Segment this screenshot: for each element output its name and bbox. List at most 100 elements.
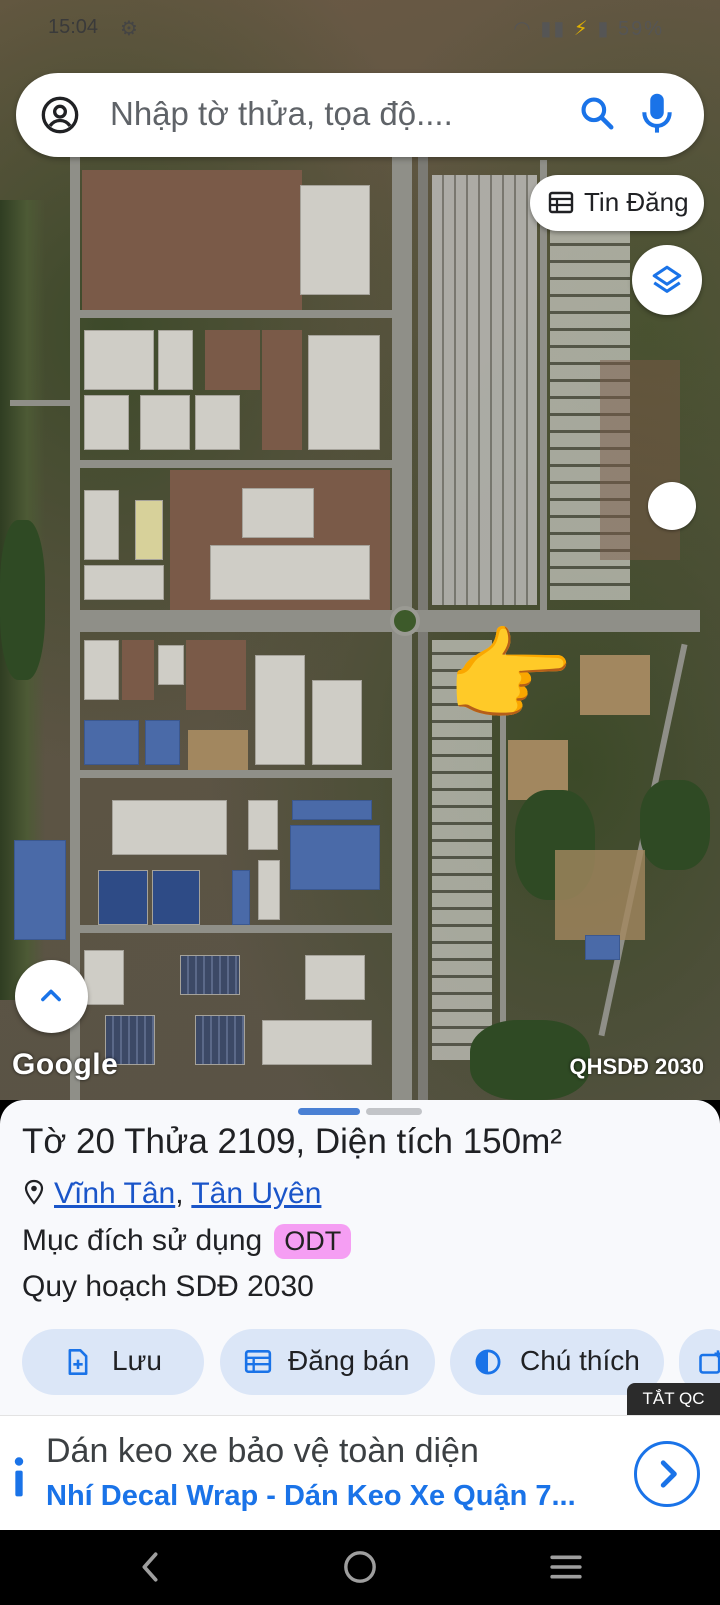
add-file-icon xyxy=(68,1349,88,1375)
search-input[interactable]: Nhập tờ thửa, tọa độ.... xyxy=(110,95,453,133)
ad-headline[interactable]: Dán keo xe bảo vệ toàn diện xyxy=(46,1432,479,1471)
account-icon[interactable] xyxy=(40,95,80,140)
building xyxy=(305,955,365,1000)
search-icon[interactable] xyxy=(578,94,616,137)
main-road-horizontal xyxy=(70,610,700,632)
home-icon[interactable] xyxy=(343,1550,377,1589)
building xyxy=(232,870,250,925)
ad-banner[interactable]: Dán keo xe bảo vệ toàn diện Nhí Decal Wr… xyxy=(0,1415,720,1530)
building xyxy=(158,330,193,390)
signal-icon: ▮▮ xyxy=(540,18,567,40)
ad-advertiser[interactable]: Nhí Decal Wrap - Dán Keo Xe Quận 7... xyxy=(46,1480,576,1513)
building xyxy=(258,860,280,920)
recents-icon[interactable] xyxy=(548,1550,584,1589)
bare-land xyxy=(600,360,680,560)
building xyxy=(242,488,314,538)
listings-button[interactable]: Tin Đăng xyxy=(530,175,704,231)
chevron-up-icon xyxy=(41,989,61,1002)
sheet-handle-active[interactable] xyxy=(298,1108,360,1115)
tree-cluster xyxy=(640,780,710,870)
roundabout xyxy=(390,606,420,636)
post-sale-label: Đăng bán xyxy=(288,1345,410,1376)
building xyxy=(145,720,180,765)
building xyxy=(84,640,119,700)
building xyxy=(248,800,278,850)
road-vertical xyxy=(70,150,80,1100)
bare-land xyxy=(205,330,260,390)
tree-cluster xyxy=(0,520,45,680)
calendar-icon xyxy=(548,190,574,221)
bare-land xyxy=(262,330,302,450)
building xyxy=(84,395,129,450)
layers-icon xyxy=(652,265,682,293)
pointing-hand-icon: 👉 xyxy=(445,619,575,735)
ad-info-icon[interactable] xyxy=(8,1456,30,1505)
chevron-right-icon xyxy=(660,1460,677,1488)
building xyxy=(140,395,190,450)
solar-roof xyxy=(195,1015,245,1065)
status-bar: 15:04 ⚙ ◠ ▮▮ ⚡ ▮ 59% xyxy=(0,0,720,58)
listings-label: Tin Đăng xyxy=(584,187,689,217)
status-icons: ◠ ▮▮ ⚡ ▮ 59% xyxy=(513,16,664,41)
building xyxy=(290,825,380,890)
building xyxy=(152,870,200,925)
land-use-badge: ODT xyxy=(274,1224,352,1259)
mic-icon[interactable] xyxy=(640,92,674,141)
system-nav-bar xyxy=(0,1530,720,1605)
battery-icon: ▮ xyxy=(597,18,611,40)
building xyxy=(292,800,372,820)
commune-link[interactable]: Vĩnh Tân xyxy=(54,1177,175,1210)
layers-button[interactable] xyxy=(632,245,702,315)
bare-land xyxy=(122,640,154,700)
hide-ads-button[interactable]: TẮT QC xyxy=(627,1383,720,1415)
road-horizontal xyxy=(70,310,392,318)
google-attribution: Google xyxy=(12,1048,119,1081)
building xyxy=(210,545,370,600)
road-horizontal xyxy=(70,925,392,933)
post-sale-button[interactable]: Đăng bán xyxy=(220,1329,435,1395)
building xyxy=(300,185,370,295)
road-horizontal xyxy=(10,400,70,406)
building xyxy=(84,330,154,390)
building xyxy=(255,655,305,765)
save-button[interactable]: Lưu xyxy=(22,1329,204,1395)
building xyxy=(84,950,124,1005)
status-time: 15:04 xyxy=(48,16,99,38)
road-horizontal xyxy=(70,770,392,778)
land-use-label: Mục đích sử dụng xyxy=(22,1224,263,1257)
expand-button[interactable] xyxy=(15,960,88,1033)
building xyxy=(84,720,139,765)
parcel-title: Tờ 20 Thửa 2109, Diện tích 150m² xyxy=(22,1122,562,1161)
battery-percent: 59% xyxy=(617,18,664,40)
building xyxy=(312,680,362,765)
pin-icon xyxy=(24,1179,44,1213)
district-link[interactable]: Tân Uyên xyxy=(191,1177,321,1210)
building xyxy=(112,800,227,855)
solar-roof xyxy=(180,955,240,995)
settings-icon: ⚙ xyxy=(120,18,138,40)
satellite-map[interactable]: 15:04 ⚙ ◠ ▮▮ ⚡ ▮ 59% Nhập tờ thửa, tọa đ… xyxy=(0,0,720,1100)
building xyxy=(585,935,620,960)
zoning-plan-label: Quy hoạch SDĐ 2030 xyxy=(22,1270,314,1303)
bare-land xyxy=(82,170,302,310)
location-row: Vĩnh Tân, Tân Uyên xyxy=(24,1177,321,1213)
sheet-handle[interactable] xyxy=(366,1108,422,1115)
land-use-row: Mục đích sử dụng ODT xyxy=(22,1224,352,1259)
residential-area xyxy=(432,175,537,605)
building xyxy=(262,1020,372,1065)
back-icon[interactable] xyxy=(138,1550,162,1589)
building xyxy=(195,395,240,450)
dirt-lot xyxy=(580,655,650,715)
contrast-icon xyxy=(475,1349,501,1375)
building xyxy=(84,490,119,560)
search-bar[interactable]: Nhập tờ thửa, tọa độ.... xyxy=(16,73,704,157)
charging-icon: ⚡ xyxy=(573,18,590,40)
parcel-info-sheet[interactable]: Tờ 20 Thửa 2109, Diện tích 150m² Vĩnh Tâ… xyxy=(0,1100,720,1420)
overlay-layer-label: QHSDĐ 2030 xyxy=(569,1054,704,1079)
location-separator: , xyxy=(175,1177,184,1210)
bare-land xyxy=(186,640,246,710)
road-horizontal xyxy=(70,460,392,468)
ad-open-button[interactable] xyxy=(634,1441,700,1507)
calendar-icon xyxy=(244,1350,272,1374)
location-marker[interactable] xyxy=(648,482,696,530)
